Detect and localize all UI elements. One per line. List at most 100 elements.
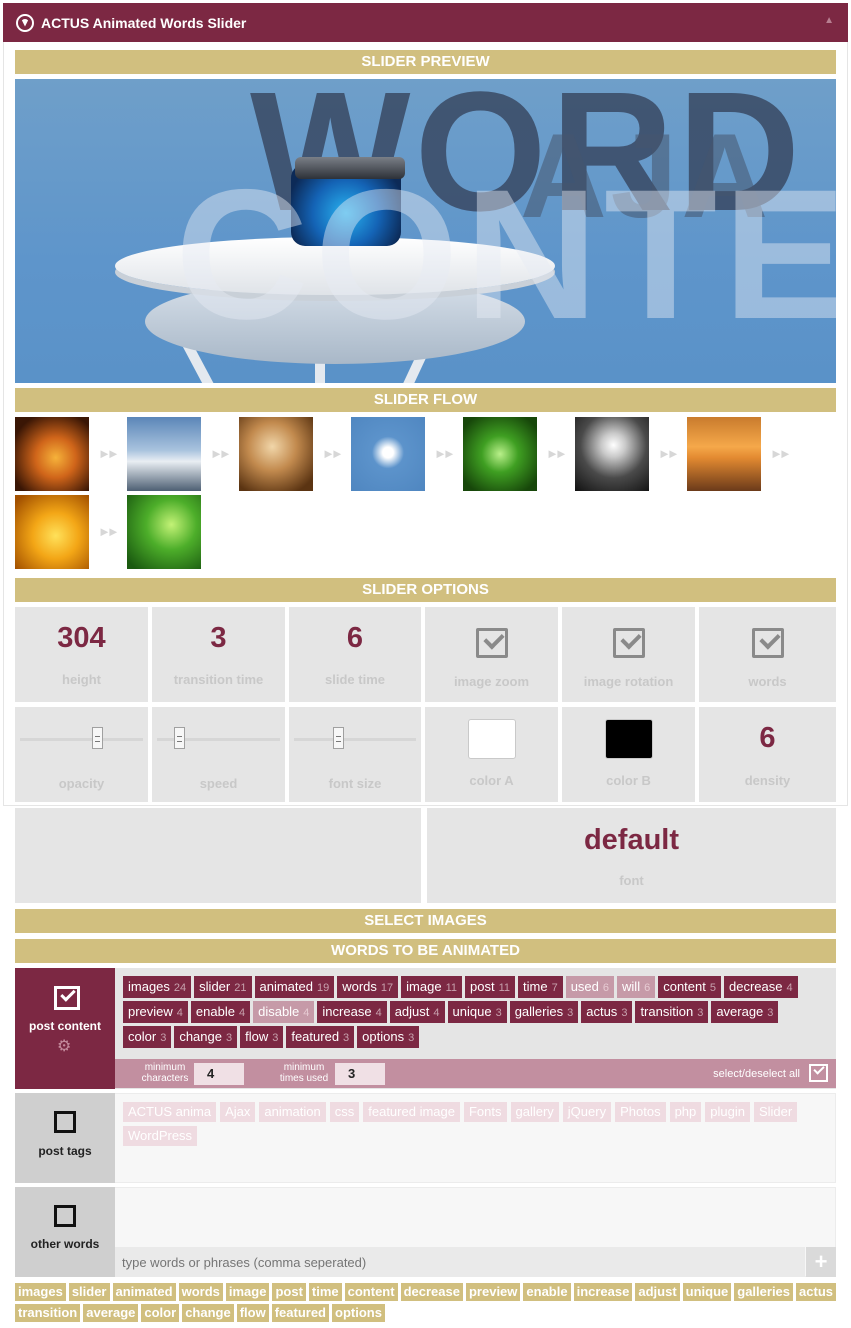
flow-thumb-blue-jar-stool[interactable]: [351, 417, 425, 491]
post-tag[interactable]: jQuery: [562, 1102, 612, 1122]
word-tag[interactable]: image 11: [401, 976, 463, 998]
flow-thumb-orange-sunset[interactable]: [687, 417, 761, 491]
add-words-button[interactable]: +: [806, 1247, 836, 1277]
word-tag[interactable]: images 24: [123, 976, 192, 998]
post-tag[interactable]: php: [669, 1102, 702, 1122]
post-tag[interactable]: Fonts: [463, 1102, 507, 1122]
min-times-input[interactable]: 3: [335, 1063, 385, 1085]
selected-word[interactable]: galleries: [734, 1283, 794, 1301]
word-tag[interactable]: preview 4: [123, 1001, 188, 1023]
speed-slider-handle[interactable]: [174, 727, 185, 749]
word-tag[interactable]: transition 3: [635, 1001, 709, 1023]
option-slide-time[interactable]: 6 slide time: [289, 607, 421, 702]
gear-icon[interactable]: ⚙: [57, 1036, 71, 1056]
color-a-swatch[interactable]: [467, 719, 516, 759]
option-density[interactable]: 6 density: [699, 707, 836, 802]
word-tag[interactable]: flow 3: [240, 1026, 284, 1048]
word-tag[interactable]: color 3: [123, 1026, 172, 1048]
select-all-label[interactable]: select/deselect all: [713, 1068, 800, 1080]
select-all-checkbox[interactable]: [809, 1063, 828, 1082]
other-words-input[interactable]: [115, 1247, 805, 1277]
post-tag[interactable]: css: [329, 1102, 360, 1122]
word-tag[interactable]: change 3: [174, 1026, 238, 1048]
font-size-slider-handle[interactable]: [333, 727, 344, 749]
height-value[interactable]: 304: [15, 622, 148, 655]
widget-titlebar[interactable]: ACTUS Animated Words Slider ▲: [3, 3, 848, 42]
word-tag[interactable]: words 17: [337, 976, 399, 998]
post-tag[interactable]: plugin: [705, 1102, 750, 1122]
selected-word[interactable]: transition: [15, 1304, 81, 1322]
post-tag[interactable]: Slider: [753, 1102, 798, 1122]
opacity-slider-handle[interactable]: [92, 727, 103, 749]
option-color-a[interactable]: color A: [425, 707, 558, 802]
post-tag[interactable]: WordPress: [123, 1126, 198, 1146]
font-size-slider-track[interactable]: [294, 738, 416, 741]
option-image-zoom[interactable]: image zoom: [425, 607, 558, 702]
option-transition-time[interactable]: 3 transition time: [152, 607, 285, 702]
color-b-swatch[interactable]: [604, 719, 653, 759]
flow-thumb-yellow-leaf-drops[interactable]: [15, 495, 89, 569]
post-tag[interactable]: animation: [259, 1102, 326, 1122]
flow-thumb-woman-violin[interactable]: [239, 417, 313, 491]
word-tag[interactable]: time 7: [518, 976, 563, 998]
selected-word[interactable]: average: [83, 1304, 139, 1322]
slide-time-value[interactable]: 6: [289, 622, 421, 655]
word-tag[interactable]: used 6: [565, 976, 615, 998]
selected-word[interactable]: color: [141, 1304, 180, 1322]
flow-thumb-tree-sunset[interactable]: [15, 417, 89, 491]
transition-time-value[interactable]: 3: [152, 622, 285, 655]
word-tag[interactable]: slider 21: [194, 976, 252, 998]
post-content-checkbox[interactable]: [54, 986, 80, 1010]
opacity-slider-track[interactable]: [20, 738, 143, 741]
selected-word[interactable]: content: [344, 1283, 398, 1301]
option-color-b[interactable]: color B: [562, 707, 695, 802]
flow-thumb-green-leaf[interactable]: [127, 495, 201, 569]
post-tag[interactable]: ACTUS anima: [123, 1102, 217, 1122]
post-tag[interactable]: featured image: [363, 1102, 460, 1122]
word-tag[interactable]: unique 3: [447, 1001, 507, 1023]
selected-word[interactable]: preview: [465, 1283, 521, 1301]
font-value[interactable]: default: [427, 824, 836, 857]
selected-word[interactable]: featured: [271, 1304, 329, 1322]
post-tag[interactable]: gallery: [510, 1102, 559, 1122]
word-tag[interactable]: options 3: [357, 1026, 420, 1048]
selected-word[interactable]: flow: [236, 1304, 269, 1322]
word-tag[interactable]: animated 19: [254, 976, 335, 998]
selected-word[interactable]: slider: [68, 1283, 110, 1301]
option-image-rotation[interactable]: image rotation: [562, 607, 695, 702]
word-tag[interactable]: actus 3: [581, 1001, 633, 1023]
flow-thumb-snowy-mountains[interactable]: [127, 417, 201, 491]
selected-word[interactable]: time: [308, 1283, 342, 1301]
collapse-arrow-icon[interactable]: ▲: [824, 15, 834, 26]
post-tag[interactable]: Photos: [615, 1102, 666, 1122]
option-height[interactable]: 304 height: [15, 607, 148, 702]
flow-thumb-green-succulent[interactable]: [463, 417, 537, 491]
selected-word[interactable]: adjust: [635, 1283, 680, 1301]
word-tag[interactable]: content 5: [658, 976, 721, 998]
min-chars-input[interactable]: 4: [194, 1063, 244, 1085]
selected-word[interactable]: words: [178, 1283, 223, 1301]
word-tag[interactable]: average 3: [711, 1001, 779, 1023]
selected-word[interactable]: animated: [112, 1283, 176, 1301]
flow-thumb-light-bulb[interactable]: [575, 417, 649, 491]
word-tag[interactable]: featured 3: [286, 1026, 355, 1048]
selected-word[interactable]: increase: [573, 1283, 633, 1301]
words-checkbox[interactable]: [751, 628, 784, 658]
selected-word[interactable]: images: [15, 1283, 66, 1301]
word-tag[interactable]: will 6: [617, 976, 656, 998]
other-words-checkbox[interactable]: [54, 1205, 76, 1227]
word-tag[interactable]: increase 4: [317, 1001, 387, 1023]
word-tag[interactable]: decrease 4: [724, 976, 798, 998]
density-value[interactable]: 6: [699, 722, 836, 755]
post-tags-checkbox[interactable]: [54, 1111, 76, 1133]
selected-word[interactable]: change: [182, 1304, 234, 1322]
selected-word[interactable]: image: [225, 1283, 270, 1301]
image-zoom-checkbox[interactable]: [475, 628, 508, 658]
section-select-images[interactable]: SELECT IMAGES: [15, 909, 836, 933]
post-tag[interactable]: Ajax: [220, 1102, 256, 1122]
word-tag[interactable]: adjust 4: [389, 1001, 445, 1023]
word-tag[interactable]: galleries 3: [509, 1001, 579, 1023]
selected-word[interactable]: unique: [682, 1283, 732, 1301]
option-font[interactable]: default font: [427, 808, 836, 903]
selected-word[interactable]: post: [272, 1283, 306, 1301]
